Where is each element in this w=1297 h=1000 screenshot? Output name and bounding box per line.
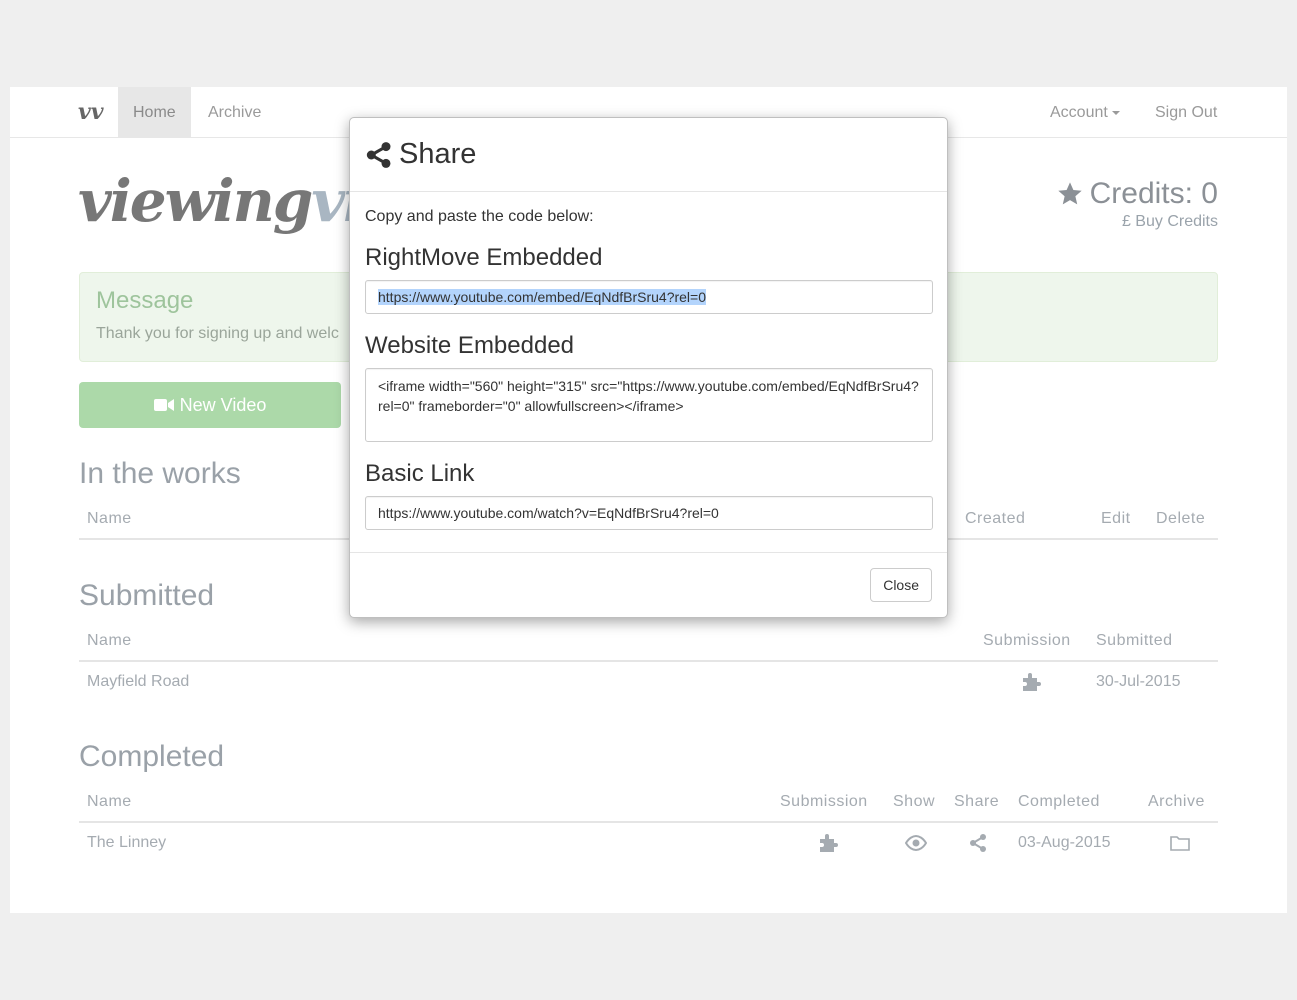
modal-intro: Copy and paste the code below: bbox=[365, 208, 594, 225]
rightmove-label: RightMove Embedded bbox=[365, 244, 603, 271]
close-button[interactable]: Close bbox=[870, 568, 932, 602]
website-label: Website Embedded bbox=[365, 332, 575, 359]
modal-body: Copy and paste the code below: RightMove… bbox=[350, 192, 947, 530]
modal-title: Share bbox=[399, 138, 477, 170]
rightmove-embed-value: https://www.youtube.com/embed/EqNdfBrSru… bbox=[378, 289, 707, 305]
modal-header: Share bbox=[350, 118, 947, 192]
share-modal: Share Copy and paste the code below: Rig… bbox=[349, 117, 948, 618]
basic-link-label: Basic Link bbox=[365, 460, 475, 487]
website-embed-field[interactable]: <iframe width="560" height="315" src="ht… bbox=[365, 368, 933, 442]
basic-link-field[interactable]: https://www.youtube.com/watch?v=EqNdfBrS… bbox=[365, 496, 933, 530]
share-icon bbox=[366, 141, 391, 168]
modal-footer: Close bbox=[350, 552, 947, 617]
rightmove-embed-field[interactable]: https://www.youtube.com/embed/EqNdfBrSru… bbox=[365, 280, 933, 314]
